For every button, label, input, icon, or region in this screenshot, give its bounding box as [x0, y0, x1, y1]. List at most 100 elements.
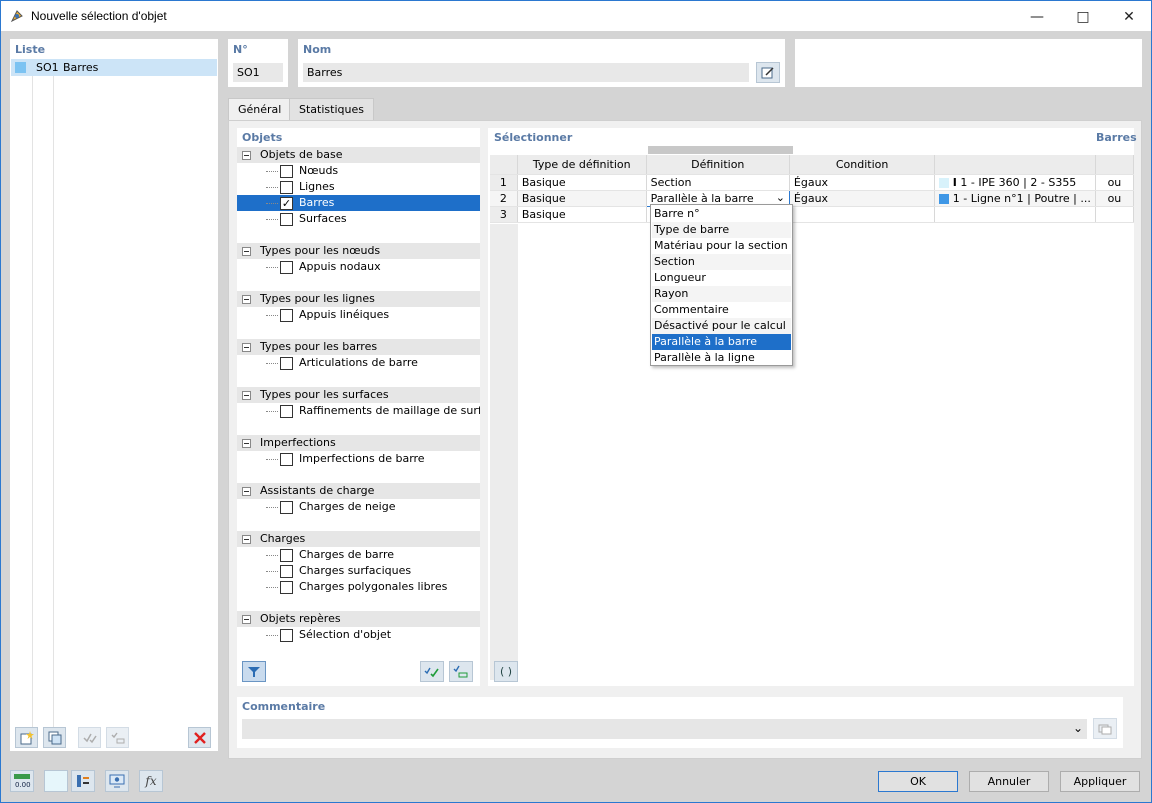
edit-name-icon[interactable] [756, 62, 780, 83]
dropdown-option[interactable]: Longueur [652, 270, 791, 286]
object-item-lignes[interactable]: Lignes [237, 179, 480, 195]
minimize-icon[interactable]: — [1014, 1, 1060, 32]
group-types-surfaces[interactable]: Types pour les surfaces [237, 387, 480, 403]
dropdown-option[interactable]: Matériau pour la section [652, 238, 791, 254]
object-item-selection-objet[interactable]: Sélection d'objet [237, 627, 480, 643]
checkbox[interactable] [280, 581, 293, 594]
object-item-imperfections-barre[interactable]: Imperfections de barre [237, 451, 480, 467]
collapse-icon[interactable] [242, 247, 251, 256]
check-all-icon[interactable] [420, 661, 444, 682]
color-icon[interactable] [44, 770, 68, 792]
maximize-icon[interactable]: □ [1060, 1, 1106, 32]
tab-general[interactable]: Général [228, 98, 292, 121]
bracket-button[interactable]: ( ) [494, 661, 518, 682]
group-objets-de-base[interactable]: Objets de base [237, 147, 480, 163]
dropdown-option[interactable]: Parallèle à la ligne [652, 350, 791, 366]
units-icon[interactable]: 0.00 [10, 770, 34, 792]
checkbox[interactable] [280, 213, 293, 226]
collapse-icon[interactable] [242, 487, 251, 496]
object-item-charges-neige[interactable]: Charges de neige [237, 499, 480, 515]
column-header[interactable]: Définition [646, 155, 790, 175]
uncheck-icon[interactable] [106, 727, 129, 748]
object-item-appuis-nodaux[interactable]: Appuis nodaux [237, 259, 480, 275]
column-header[interactable]: Type de définition [517, 155, 647, 175]
collapse-icon[interactable] [242, 615, 251, 624]
checkbox[interactable] [280, 453, 293, 466]
object-item-charges-surfaciques[interactable]: Charges surfaciques [237, 563, 480, 579]
delete-icon[interactable] [188, 727, 211, 748]
table-row[interactable]: 1 Basique Section Égaux I 1 - IPE 360 | … [490, 174, 1135, 191]
name-field[interactable]: Barres [303, 63, 749, 82]
table-row[interactable]: 2 Basique Parallèle à la barre ⌄ Égaux 1 … [490, 189, 1135, 207]
comment-input[interactable] [242, 719, 1087, 739]
comment-library-icon[interactable] [1093, 718, 1117, 739]
table-row[interactable]: 3 Basique [490, 206, 1135, 223]
dropdown-option[interactable]: Désactivé pour le calcul [652, 318, 791, 334]
checkbox[interactable] [280, 261, 293, 274]
selection-type-label: Barres [1096, 131, 1137, 144]
group-types-noeuds[interactable]: Types pour les nœuds [237, 243, 480, 259]
checkbox[interactable] [280, 181, 293, 194]
check-all-icon[interactable] [78, 727, 101, 748]
column-header[interactable] [1095, 155, 1135, 175]
collapse-icon[interactable] [242, 295, 251, 304]
column-header[interactable] [934, 155, 1096, 175]
copy-icon[interactable] [43, 727, 66, 748]
chevron-down-icon[interactable]: ⌄ [776, 191, 785, 204]
view-icon[interactable] [105, 770, 129, 792]
checkbox[interactable] [280, 165, 293, 178]
ok-button[interactable]: OK [878, 771, 958, 792]
collapse-icon[interactable] [242, 535, 251, 544]
checkbox[interactable] [280, 565, 293, 578]
collapse-icon[interactable] [242, 151, 251, 160]
object-item-charges-polygonales[interactable]: Charges polygonales libres [237, 579, 480, 595]
group-objets-reperes[interactable]: Objets repères [237, 611, 480, 627]
object-item-surfaces[interactable]: Surfaces [237, 211, 480, 227]
group-assistants-charge[interactable]: Assistants de charge [237, 483, 480, 499]
divider [53, 76, 54, 732]
object-item-charges-barre[interactable]: Charges de barre [237, 547, 480, 563]
checkbox[interactable] [280, 629, 293, 642]
dropdown-option-selected[interactable]: Parallèle à la barre [652, 334, 791, 350]
title-bar[interactable]: Nouvelle sélection d'objet — □ ✕ [0, 0, 1152, 32]
close-icon[interactable]: ✕ [1106, 1, 1152, 32]
object-item-noeuds[interactable]: Nœuds [237, 163, 480, 179]
dropdown-option[interactable]: Section [652, 254, 791, 270]
group-imperfections[interactable]: Imperfections [237, 435, 480, 451]
collapse-icon[interactable] [242, 343, 251, 352]
list-item[interactable]: SO1 Barres [11, 59, 217, 76]
dropdown-option[interactable]: Commentaire [652, 302, 791, 318]
display-properties-icon[interactable] [71, 770, 95, 792]
dropdown-option[interactable]: Rayon [652, 286, 791, 302]
collapse-icon[interactable] [242, 391, 251, 400]
object-item-raffinements[interactable]: Raffinements de maillage de surfac [237, 403, 480, 419]
checkbox[interactable] [280, 405, 293, 418]
checkbox[interactable] [280, 357, 293, 370]
apply-button[interactable]: Appliquer [1060, 771, 1140, 792]
uncheck-all-icon[interactable] [449, 661, 473, 682]
tab-statistiques[interactable]: Statistiques [289, 98, 374, 121]
checkbox[interactable] [280, 309, 293, 322]
name-section: Nom Barres [298, 39, 785, 87]
collapse-icon[interactable] [242, 439, 251, 448]
checkbox[interactable] [280, 501, 293, 514]
object-item-barres[interactable]: ✓ Barres [237, 195, 480, 211]
chevron-down-icon[interactable]: ⌄ [1073, 721, 1083, 735]
object-item-articulations[interactable]: Articulations de barre [237, 355, 480, 371]
filter-icon[interactable] [242, 661, 266, 682]
checkbox-checked[interactable]: ✓ [280, 197, 293, 210]
checkbox[interactable] [280, 549, 293, 562]
dropdown-option[interactable]: Barre n° [652, 206, 791, 222]
cancel-button[interactable]: Annuler [969, 771, 1049, 792]
number-field[interactable]: SO1 [233, 63, 283, 82]
group-types-barres[interactable]: Types pour les barres [237, 339, 480, 355]
new-selection-icon[interactable] [15, 727, 38, 748]
group-types-lignes[interactable]: Types pour les lignes [237, 291, 480, 307]
column-header[interactable]: Condition [789, 155, 936, 175]
color-swatch [939, 193, 950, 204]
object-item-appuis-lineiques[interactable]: Appuis linéiques [237, 307, 480, 323]
group-charges[interactable]: Charges [237, 531, 480, 547]
formula-icon[interactable]: fx [139, 770, 163, 792]
definition-dropdown[interactable]: Barre n° Type de barre Matériau pour la … [650, 204, 793, 366]
dropdown-option[interactable]: Type de barre [652, 222, 791, 238]
